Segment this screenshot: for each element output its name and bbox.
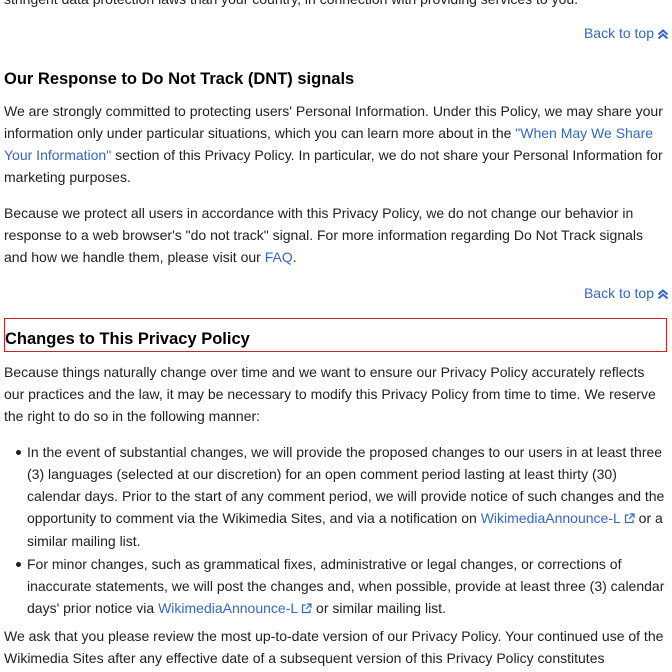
changes-closing-paragraph: We ask that you please review the most u… — [4, 628, 664, 666]
dnt-heading: Our Response to Do Not Track (DNT) signa… — [4, 70, 355, 88]
list-item: For minor changes, such as grammatical f… — [16, 553, 668, 620]
list-item: In the event of substantial changes, we … — [16, 441, 668, 552]
double-chevron-up-icon — [657, 24, 669, 46]
bullet-text-end: or similar mailing list. — [312, 600, 446, 616]
faq-link[interactable]: FAQ — [265, 249, 293, 265]
dnt-paragraph-2-text-end: . — [292, 249, 297, 265]
wikimedia-announce-link-label: WikimediaAnnounce-L — [480, 510, 621, 526]
wikimedia-announce-link[interactable]: WikimediaAnnounce-L — [481, 510, 635, 526]
back-to-top-label: Back to top — [583, 285, 654, 301]
wikimedia-announce-link[interactable]: WikimediaAnnounce-L — [158, 600, 312, 616]
top-fragment-text: stringent data protection laws than your… — [4, 0, 668, 10]
external-link-icon — [624, 508, 635, 530]
dnt-paragraph-1: We are strongly committed to protecting … — [4, 100, 668, 188]
wikimedia-announce-link-label: WikimediaAnnounce-L — [158, 600, 299, 616]
double-chevron-up-icon — [657, 284, 669, 306]
dnt-paragraph-2: Because we protect all users in accordan… — [4, 202, 668, 268]
back-to-top-link-2[interactable]: Back to top — [584, 282, 669, 304]
changes-intro-paragraph: Because things naturally change over tim… — [4, 364, 656, 424]
back-to-top-link-1[interactable]: Back to top — [584, 22, 669, 44]
bullet-dot — [16, 450, 21, 455]
privacy-policy-page: stringent data protection laws than your… — [0, 0, 672, 672]
changes-bullet-list: In the event of substantial changes, we … — [16, 441, 668, 620]
dnt-paragraph-2-text: Because we protect all users in accordan… — [4, 205, 644, 265]
bullet-dot — [16, 562, 21, 567]
back-to-top-label: Back to top — [583, 25, 654, 41]
external-link-icon — [301, 598, 312, 620]
changes-heading: Changes to This Privacy Policy — [5, 330, 250, 348]
